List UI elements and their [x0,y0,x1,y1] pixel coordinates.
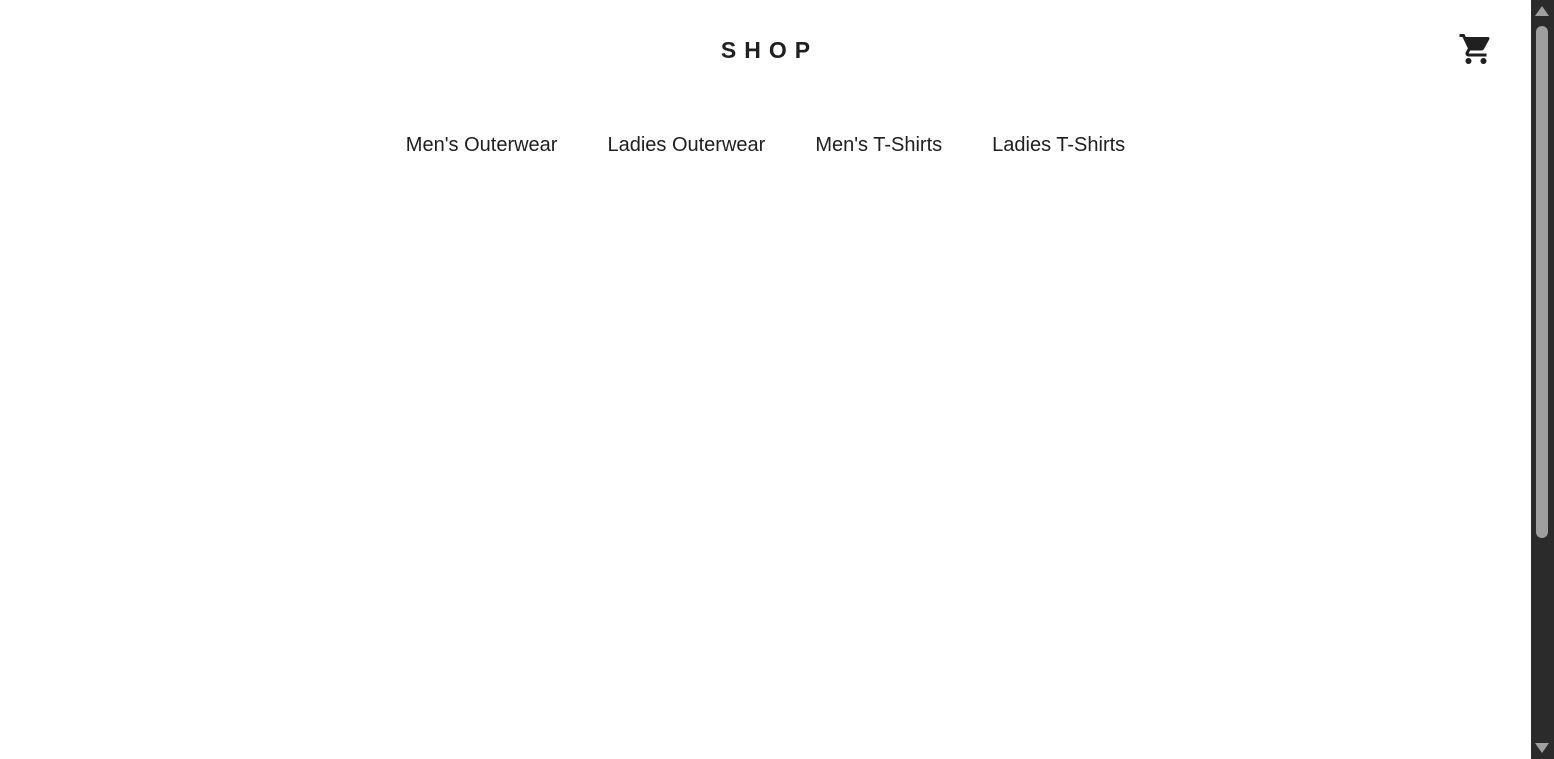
vertical-scrollbar[interactable] [1531,0,1554,759]
scroll-down-arrow-icon[interactable] [1535,743,1549,753]
cart-icon [1458,31,1494,67]
nav-item-mens-tshirts[interactable]: Men's T-Shirts [790,132,967,158]
scrollbar-thumb[interactable] [1536,26,1548,538]
nav-item-ladies-tshirts[interactable]: Ladies T-Shirts [967,132,1150,158]
nav-item-ladies-outerwear[interactable]: Ladies Outerwear [582,132,790,158]
page: SHOP Men's Outerwear Ladies Outerwear Me… [0,0,1554,759]
main-content: SHOP Men's Outerwear Ladies Outerwear Me… [0,0,1531,759]
cart-button[interactable] [1458,31,1494,67]
category-nav: Men's Outerwear Ladies Outerwear Men's T… [0,132,1531,158]
scroll-up-arrow-icon[interactable] [1535,6,1549,16]
nav-item-mens-outerwear[interactable]: Men's Outerwear [381,132,583,158]
shop-logo[interactable]: SHOP [0,36,1531,64]
